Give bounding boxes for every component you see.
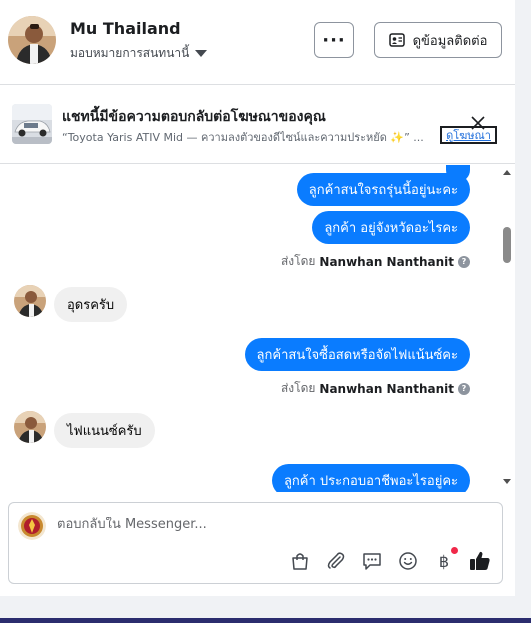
- contact-avatar-small: [14, 411, 46, 443]
- scroll-up-arrow-icon[interactable]: [503, 170, 511, 175]
- caret-down-icon: [195, 50, 208, 57]
- assign-label: มอบหมายการสนทนานี้: [70, 46, 190, 60]
- assign-conversation-dropdown[interactable]: มอบหมายการสนทนานี้: [70, 44, 208, 63]
- help-icon[interactable]: ?: [458, 255, 470, 268]
- sent-by-prefix: ส่งโดย: [280, 381, 316, 395]
- conversation-panel: Mu Thailand มอบหมายการสนทนานี้ ··· ดูข้อ…: [0, 0, 515, 596]
- ad-banner-subtitle: “Toyota Yaris ATIV Mid — ความลงตัวของดีไ…: [62, 131, 424, 144]
- outgoing-message: ลูกค้าสนใจรถรุ่นนี้อยู่นะคะ: [296, 173, 470, 206]
- attachment-icon[interactable]: [325, 550, 347, 572]
- chat-scrollbar[interactable]: [500, 165, 515, 492]
- sent-by-label: ส่งโดย Nanwhan Nanthanit ?: [281, 252, 470, 271]
- incoming-message: ไฟแนนซ์ครับ: [54, 413, 155, 448]
- contact-name: Mu Thailand: [70, 19, 181, 38]
- message-composer: ฿: [8, 502, 503, 584]
- outgoing-message: ลูกค้าสนใจซื้อสดหรือจัดไฟแน้นซ์คะ: [244, 338, 470, 371]
- incoming-message: อุดรครับ: [54, 287, 128, 322]
- close-icon[interactable]: [470, 115, 486, 131]
- like-thumbs-up-icon[interactable]: [469, 550, 491, 572]
- notification-dot: [451, 547, 458, 554]
- sender-name: Nanwhan Nanthanit: [319, 381, 454, 396]
- reply-input[interactable]: [57, 517, 477, 532]
- emoji-icon[interactable]: [397, 550, 419, 572]
- contact-card-icon: [388, 33, 405, 47]
- conversation-header: Mu Thailand มอบหมายการสนทนานี้ ··· ดูข้อ…: [0, 0, 515, 85]
- sender-name: Nanwhan Nanthanit: [319, 254, 454, 269]
- contact-avatar-small: [14, 285, 46, 317]
- outgoing-message: ลูกค้า ประกอบอาชีพอะไรอยู่คะ: [271, 464, 470, 492]
- ad-banner-title: แชทนี้มีข้อความตอบกลับต่อโฆษณาของคุณ: [62, 109, 326, 125]
- shopping-bag-icon[interactable]: [289, 550, 311, 572]
- view-contact-label: ดูข้อมูลติดต่อ: [412, 33, 488, 49]
- saved-replies-icon[interactable]: [361, 550, 383, 572]
- view-contact-button[interactable]: ดูข้อมูลติดต่อ: [374, 22, 502, 58]
- view-ad-link[interactable]: ดูโฆษณา: [440, 126, 497, 144]
- contact-avatar[interactable]: [8, 16, 56, 64]
- scroll-down-arrow-icon[interactable]: [503, 479, 511, 484]
- window-bottom-edge: [0, 618, 531, 623]
- outgoing-message: ลูกค้า อยู่จังหวัดอะไรคะ: [312, 211, 470, 244]
- sent-by-prefix: ส่งโดย: [280, 254, 316, 268]
- more-options-button[interactable]: ···: [314, 22, 354, 58]
- help-icon[interactable]: ?: [458, 382, 470, 395]
- ad-thumbnail: [12, 104, 52, 144]
- message-list[interactable]: ​ ลูกค้าสนใจรถรุ่นนี้อยู่นะคะ ลูกค้า อยู…: [0, 165, 500, 492]
- page-avatar: [18, 512, 46, 540]
- scrollbar-thumb[interactable]: [503, 227, 511, 263]
- sent-by-label: ส่งโดย Nanwhan Nanthanit ?: [281, 379, 470, 398]
- ad-reply-banner: แชทนี้มีข้อความตอบกลับต่อโฆษณาของคุณ “To…: [0, 85, 515, 164]
- page-background-right: [515, 0, 531, 623]
